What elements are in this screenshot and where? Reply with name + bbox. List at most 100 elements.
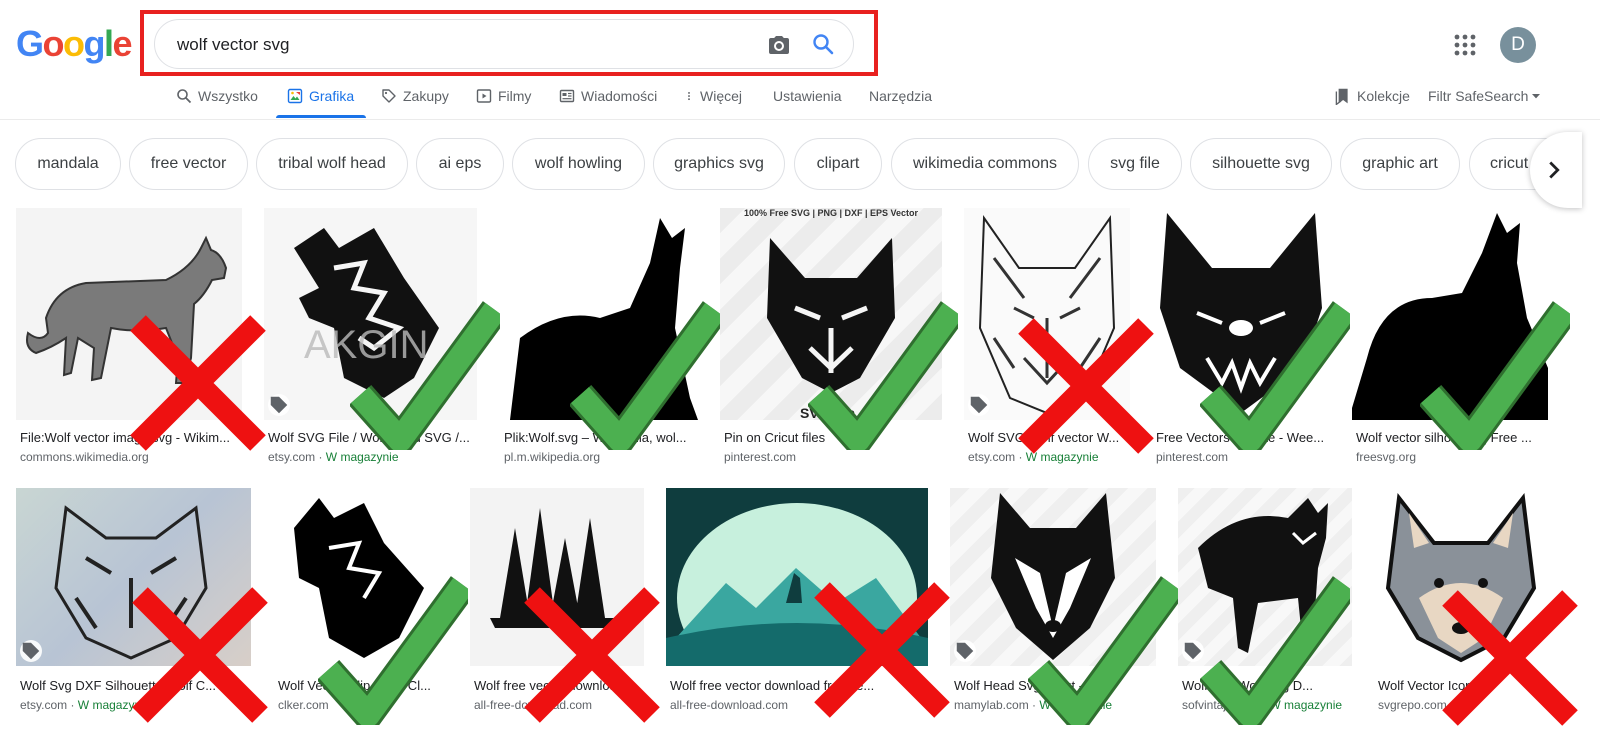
chip[interactable]: graphics svg [653,138,785,190]
collections-link[interactable]: Kolekcje [1333,86,1410,106]
tab-shopping[interactable]: Zakupy [381,86,449,106]
cave-landscape-wolf-image [666,503,928,666]
result-source: sofvintaje.com · W magazynie [1182,698,1343,712]
snarling-wolf-image [1160,213,1322,413]
tab-label: Wiadomości [581,88,658,104]
news-icon [559,89,575,103]
result-title[interactable]: Wolf free vector download free ve... [670,678,928,693]
result-title[interactable]: Wolf Head Svg cricut -... [954,678,1156,693]
result-title[interactable]: Wolf Svg DXF Silhouette Wolf C... [20,678,251,693]
source-domain: etsy.com [20,698,68,712]
forest-wolf-image [490,508,625,628]
result-source: mamylab.com · W magazynie [954,698,1113,712]
tab-more[interactable]: Więcej [684,86,742,106]
result-thumbnail[interactable] [964,208,1130,420]
apps-grid-icon[interactable] [1454,34,1476,56]
logo-letter: G [16,23,44,64]
chip[interactable]: mandala [15,138,121,190]
sketched-wolf-image [978,214,1116,415]
tab-videos[interactable]: Filmy [476,86,531,106]
logo-letter: o [63,23,85,64]
chip[interactable]: wolf howling [512,138,645,190]
chip[interactable]: graphic art [1340,138,1460,190]
result-thumbnail[interactable] [274,488,448,666]
result-thumbnail[interactable] [1178,488,1352,666]
sketched-wolf-dxf-image [54,505,208,660]
chip[interactable]: silhouette svg [1190,138,1332,190]
result-source: pl.m.wikipedia.org [504,450,698,464]
result-title[interactable]: File:Wolf vector image.svg - Wikim... [20,430,242,445]
result-title[interactable]: Plik:Wolf.svg – Wikipedia, wol... [504,430,698,445]
source-domain: all-free-download.com [670,698,789,712]
result-thumbnail[interactable] [470,488,644,666]
play-icon [476,89,492,103]
result-source: etsy.com · W magazynie [968,450,1099,464]
source-domain: svgrepo.com [1378,698,1447,712]
tab-images[interactable]: Grafika [287,86,354,106]
result-thumbnail[interactable]: AKGIN [264,208,477,420]
result-thumbnail[interactable] [500,208,698,420]
result-title[interactable]: Wolf Svg Wolf Svg D... [1182,678,1352,693]
bookmark-icon [1335,88,1348,105]
result-title[interactable]: Wolf SVG Wolf vector W... [968,430,1130,445]
result-thumbnail[interactable] [16,208,242,420]
result-thumbnail[interactable] [1374,488,1548,666]
stock-status: W magazynie [1025,450,1099,464]
result-thumbnail[interactable] [1352,208,1548,420]
google-logo[interactable]: Google [16,23,133,64]
tab-news[interactable]: Wiadomości [559,86,657,106]
tab-label: Zakupy [403,88,449,104]
tribal-howl-image [294,498,424,658]
search-input[interactable] [177,34,737,56]
chip[interactable]: svg file [1088,138,1182,190]
result-source: etsy.com · W magazynie [20,698,151,712]
howling-wolf-silhouette-image [510,218,698,420]
search-icon [177,89,192,104]
tab-all[interactable]: Wszystko [176,86,258,106]
dropdown-arrow-icon [1532,94,1541,99]
source-domain: commons.wikimedia.org [20,450,149,464]
tag-icon [382,89,396,103]
tribal-wolf-image: AKGIN [294,228,439,398]
tools-link[interactable]: Narzędzia [869,86,932,106]
result-source: pinterest.com [1156,450,1330,464]
chip[interactable]: wikimedia commons [891,138,1079,190]
product-tag-icon [20,640,42,662]
result-thumbnail[interactable] [1152,208,1330,420]
source-domain: clker.com [278,698,329,712]
chip[interactable]: ai eps [416,138,504,190]
chip[interactable]: tribal wolf head [256,138,408,190]
product-tag-icon [954,640,976,662]
settings-link[interactable]: Ustawienia [773,86,841,106]
result-thumbnail[interactable]: 100% Free SVG | PNG | DXF | EPS Vector S… [720,208,942,420]
result-thumbnail[interactable] [950,488,1156,666]
camera-icon[interactable] [767,33,791,57]
search-icon[interactable] [811,32,835,56]
avatar[interactable]: D [1500,27,1536,63]
result-thumbnail[interactable] [666,488,928,666]
result-title[interactable]: Wolf SVG File / Wolf Head SVG /... [268,430,477,445]
chip[interactable]: clipart [794,138,882,190]
watermark-text: AKGIN [304,323,428,367]
cartoon-wolf-icon-image [1385,492,1537,663]
chip[interactable]: free vector [129,138,248,190]
result-title[interactable]: Pin on Cricut files [724,430,942,445]
source-domain: sofvintaje.com [1182,698,1259,712]
result-title[interactable]: Wolf vector silhouette | Free ... [1356,430,1548,445]
result-title[interactable]: Wolf Vector Clip Art at Cl... [278,678,448,693]
more-vert-icon [688,91,690,101]
product-tag-icon [968,394,990,416]
search-box[interactable] [154,19,854,69]
safesearch-menu[interactable]: Filtr SafeSearch [1428,86,1541,106]
source-domain: all-free-download.com [474,698,593,712]
result-title[interactable]: Free Vectors Update - Wee... [1156,430,1330,445]
source-domain: pl.m.wikipedia.org [504,450,601,464]
result-title[interactable]: Wolf free vector download [474,678,644,693]
thumb-footer-text: SVGbon [800,405,855,420]
logo-letter: e [112,23,133,64]
standing-wolf-image [1198,498,1328,653]
logo-letter: g [83,23,106,64]
source-domain: pinterest.com [1156,450,1229,464]
result-title[interactable]: Wolf Vector Icon ( [1378,678,1548,693]
result-thumbnail[interactable] [16,488,251,666]
